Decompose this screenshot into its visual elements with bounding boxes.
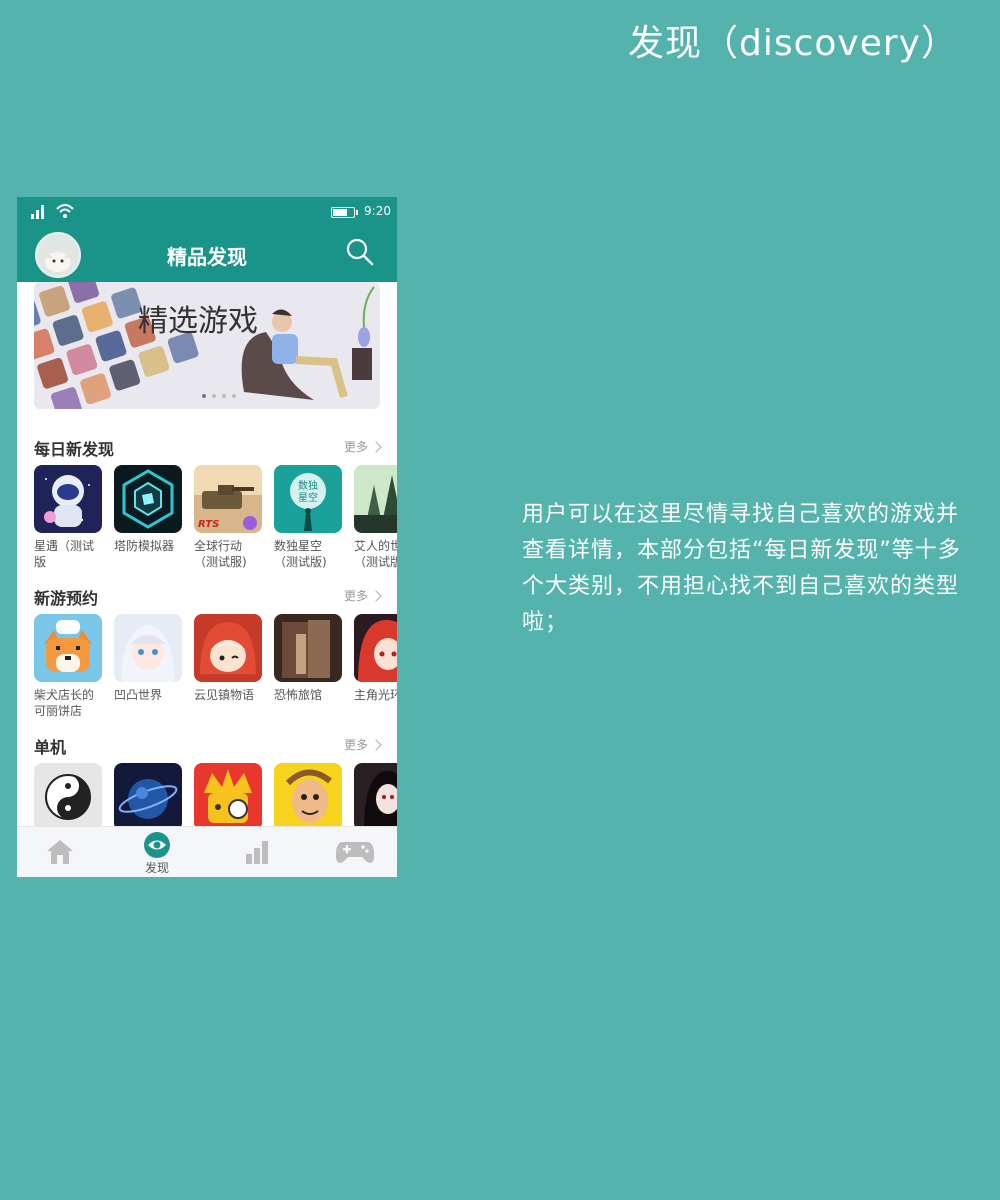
svg-text:数独: 数独 <box>298 479 318 492</box>
app-title: 精品发现 <box>167 245 247 269</box>
game-card[interactable] <box>114 763 182 831</box>
game-name: 主角光环 <box>354 688 397 702</box>
blue-planet-icon <box>114 763 182 831</box>
yin-yang-icon <box>34 763 102 831</box>
more-link[interactable]: 更多 <box>344 438 380 455</box>
game-row-reservation: 柴犬店长的可丽饼店 凹凸世界 云见镇物语 恐怖旅馆 主角光环 <box>34 614 397 734</box>
phone-screen: 9:20 精品发现 精选游戏 每日新发现 更多 星遇（测试版 塔防模拟器 RTS… <box>17 197 397 877</box>
feature-description: 用户可以在这里尽情寻找自己喜欢的游戏并查看详情，本部分包括“每日新发现”等十多个… <box>522 502 961 635</box>
search-icon[interactable] <box>345 237 375 267</box>
tab-home[interactable] <box>30 827 90 877</box>
section-title: 每日新发现 <box>34 440 115 459</box>
app-bar: 精品发现 <box>17 227 397 282</box>
page-title: 发现（discovery） <box>628 23 958 64</box>
section-header-standalone: 单机 更多 <box>34 734 397 757</box>
game-row-daily: 星遇（测试版 塔防模拟器 RTS 全球行动（测试服) 数独 星空 数独星空（测试… <box>34 465 397 585</box>
game-card[interactable]: 主角光环 <box>354 614 397 703</box>
bar-chart-icon <box>246 841 268 864</box>
status-time: 9:20 <box>364 204 391 218</box>
tab-label: 发现 <box>144 861 169 875</box>
shiba-chef-icon <box>34 614 102 682</box>
section-header-daily: 每日新发现 更多 <box>34 436 397 459</box>
game-card[interactable] <box>354 763 397 831</box>
game-card[interactable]: 云见镇物语 <box>194 614 262 703</box>
game-card[interactable]: 凹凸世界 <box>114 614 182 703</box>
svg-text:星空: 星空 <box>298 491 318 504</box>
game-name: 恐怖旅馆 <box>274 688 323 702</box>
game-name: 柴犬店长的可丽饼店 <box>34 688 95 718</box>
hex-tower-icon <box>114 465 182 533</box>
game-card[interactable]: 数独 星空 数独星空（测试版) <box>274 465 342 570</box>
forest-icon <box>354 465 397 533</box>
red-hair-girl-icon <box>354 614 397 682</box>
signal-icon <box>31 205 47 219</box>
haunted-door-icon <box>274 614 342 682</box>
tab-discover[interactable]: 发现 <box>127 827 187 877</box>
game-card[interactable] <box>194 763 262 831</box>
dark-portrait-icon <box>354 763 397 831</box>
home-icon <box>47 840 73 864</box>
status-bar: 9:20 <box>17 197 397 227</box>
tank-rts-icon: RTS <box>194 465 262 533</box>
game-name: 凹凸世界 <box>114 688 163 702</box>
wifi-icon <box>56 204 74 218</box>
anime-girl-icon <box>114 614 182 682</box>
banner-title: 精选游戏 <box>138 304 258 339</box>
game-name: 数独星空（测试版) <box>274 539 327 569</box>
game-name: 艾人的世（测试版 <box>354 539 397 569</box>
tab-ranking[interactable] <box>227 827 287 877</box>
section-header-reservation: 新游预约 更多 <box>34 585 397 608</box>
game-card[interactable]: RTS 全球行动（测试服) <box>194 465 262 570</box>
game-card[interactable]: 柴犬店长的可丽饼店 <box>34 614 102 719</box>
eye-icon <box>144 832 170 858</box>
tab-bar: 发现 <box>17 826 397 877</box>
game-card[interactable] <box>274 763 342 831</box>
section-title: 新游预约 <box>34 589 99 608</box>
game-name: 全球行动（测试服) <box>194 539 247 569</box>
crown-detective-icon <box>194 763 262 831</box>
featured-banner[interactable]: 精选游戏 <box>34 282 380 409</box>
battery-icon <box>331 207 358 218</box>
game-name: 云见镇物语 <box>194 688 255 702</box>
gamepad-icon <box>336 842 374 863</box>
red-hood-icon <box>194 614 262 682</box>
section-title: 单机 <box>34 738 67 757</box>
game-card[interactable]: 恐怖旅馆 <box>274 614 342 703</box>
more-link[interactable]: 更多 <box>344 736 380 753</box>
game-card[interactable] <box>34 763 102 831</box>
game-card[interactable]: 塔防模拟器 <box>114 465 182 554</box>
game-card[interactable]: 星遇（测试版 <box>34 465 102 570</box>
game-card[interactable]: 艾人的世（测试版 <box>354 465 397 570</box>
svg-text:RTS: RTS <box>198 519 219 530</box>
more-link[interactable]: 更多 <box>344 587 380 604</box>
astronaut-icon <box>34 465 102 533</box>
game-name: 塔防模拟器 <box>114 539 175 553</box>
game-name: 星遇（测试版 <box>34 539 95 569</box>
cartoon-face-icon <box>274 763 342 831</box>
tab-games[interactable] <box>325 827 385 877</box>
sudoku-star-icon: 数独 星空 <box>274 465 342 533</box>
